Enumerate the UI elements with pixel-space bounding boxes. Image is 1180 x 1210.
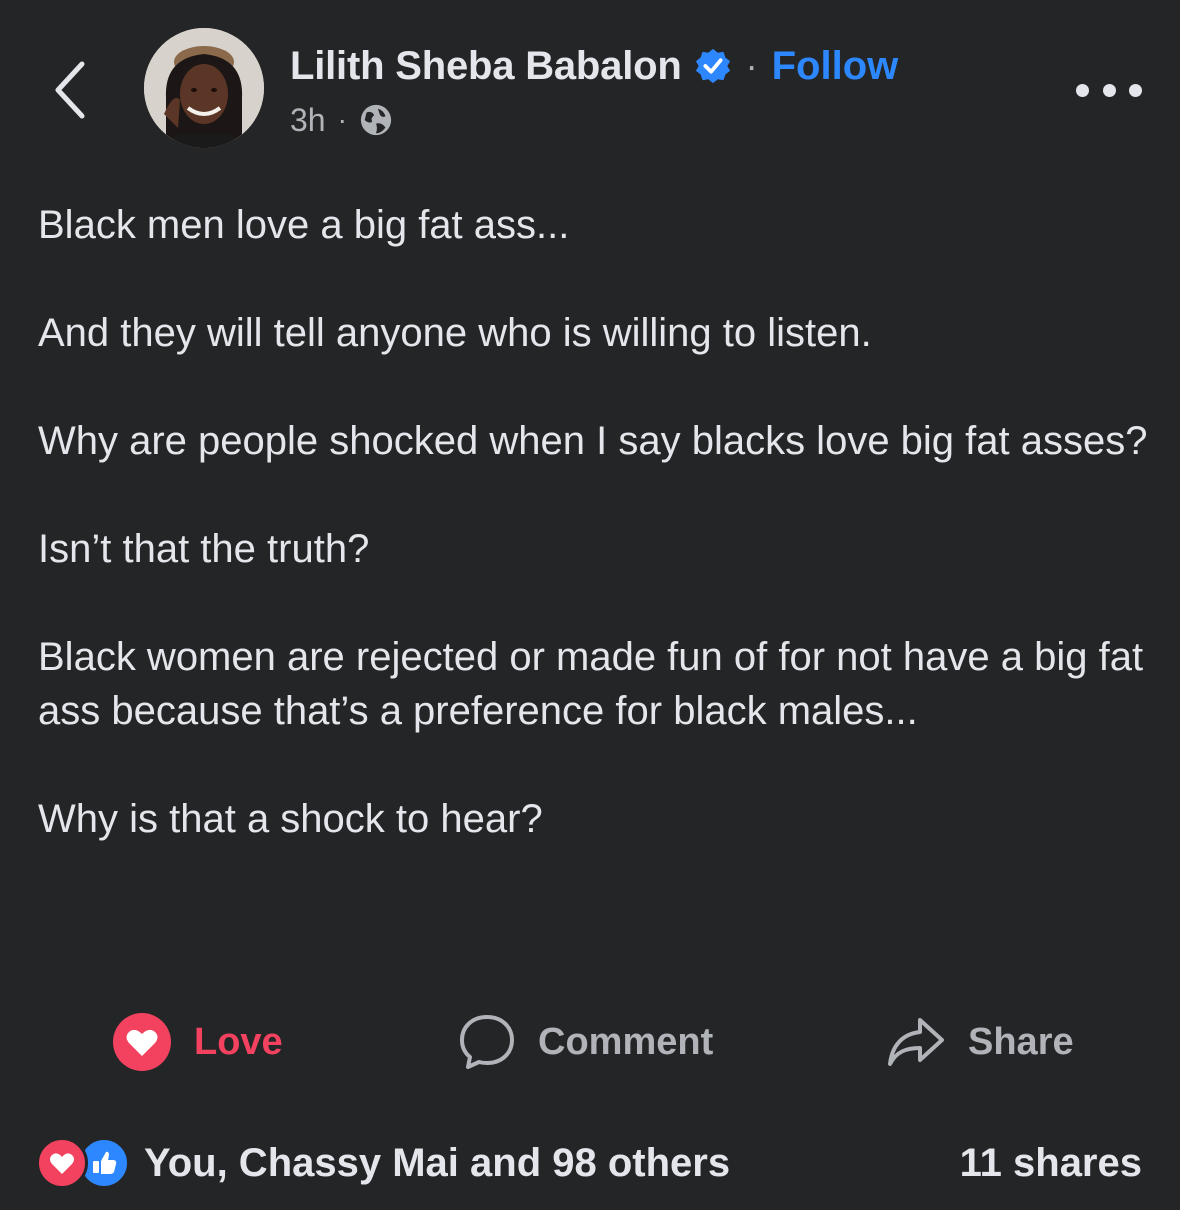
separator-dot: · [745, 45, 758, 86]
comment-label: Comment [538, 1020, 714, 1063]
post-paragraph: Black women are rejected or made fun of … [38, 635, 1144, 733]
globe-icon[interactable] [359, 103, 393, 137]
more-options-icon-dot [1102, 83, 1116, 97]
more-options-icon-dot [1129, 83, 1142, 97]
post-header: Lilith Sheba Babalon · Follow 3h · [0, 0, 1180, 170]
chevron-left-icon [55, 61, 85, 119]
post-timestamp[interactable]: 3h [290, 102, 326, 139]
love-label: Love [194, 1020, 283, 1063]
avatar[interactable] [144, 28, 264, 148]
verified-badge-icon [695, 48, 730, 84]
shares-count[interactable]: 11 shares [960, 1138, 1142, 1188]
avatar-image [144, 28, 264, 148]
post-meta: 3h · [290, 98, 393, 142]
post-paragraph: Black men love a big fat ass... [38, 203, 570, 247]
back-button[interactable] [40, 50, 100, 130]
love-reaction-icon [36, 1137, 88, 1189]
love-icon [112, 1012, 172, 1072]
post-paragraph: Why are people shocked when I say blacks… [38, 419, 1148, 463]
share-button[interactable]: Share [886, 1010, 1074, 1074]
post-paragraph: Why is that a shock to hear? [38, 797, 543, 841]
post-actions-bar: Love Comment Share [0, 1010, 1180, 1074]
author-row: Lilith Sheba Babalon · Follow [290, 38, 898, 94]
more-options-button[interactable] [1076, 70, 1142, 110]
comment-button[interactable]: Comment [458, 1010, 713, 1074]
post-footer: You, Chassy Mai and 98 others 11 shares [0, 1130, 1180, 1196]
reactions-summary[interactable]: You, Chassy Mai and 98 others [36, 1137, 731, 1189]
more-options-icon [1076, 83, 1089, 97]
share-label: Share [968, 1020, 1074, 1063]
post-paragraph: And they will tell anyone who is willing… [38, 311, 872, 355]
meta-separator: · [337, 104, 347, 135]
reactions-text: You, Chassy Mai and 98 others [144, 1140, 731, 1185]
follow-button[interactable]: Follow [772, 44, 899, 89]
post-text: Black men love a big fat ass... And they… [38, 198, 1148, 900]
post-paragraph: Isn’t that the truth? [38, 527, 370, 571]
love-button[interactable]: Love [112, 1010, 283, 1074]
author-name[interactable]: Lilith Sheba Babalon [290, 44, 682, 89]
comment-icon [458, 1013, 516, 1071]
share-icon [886, 1014, 946, 1070]
